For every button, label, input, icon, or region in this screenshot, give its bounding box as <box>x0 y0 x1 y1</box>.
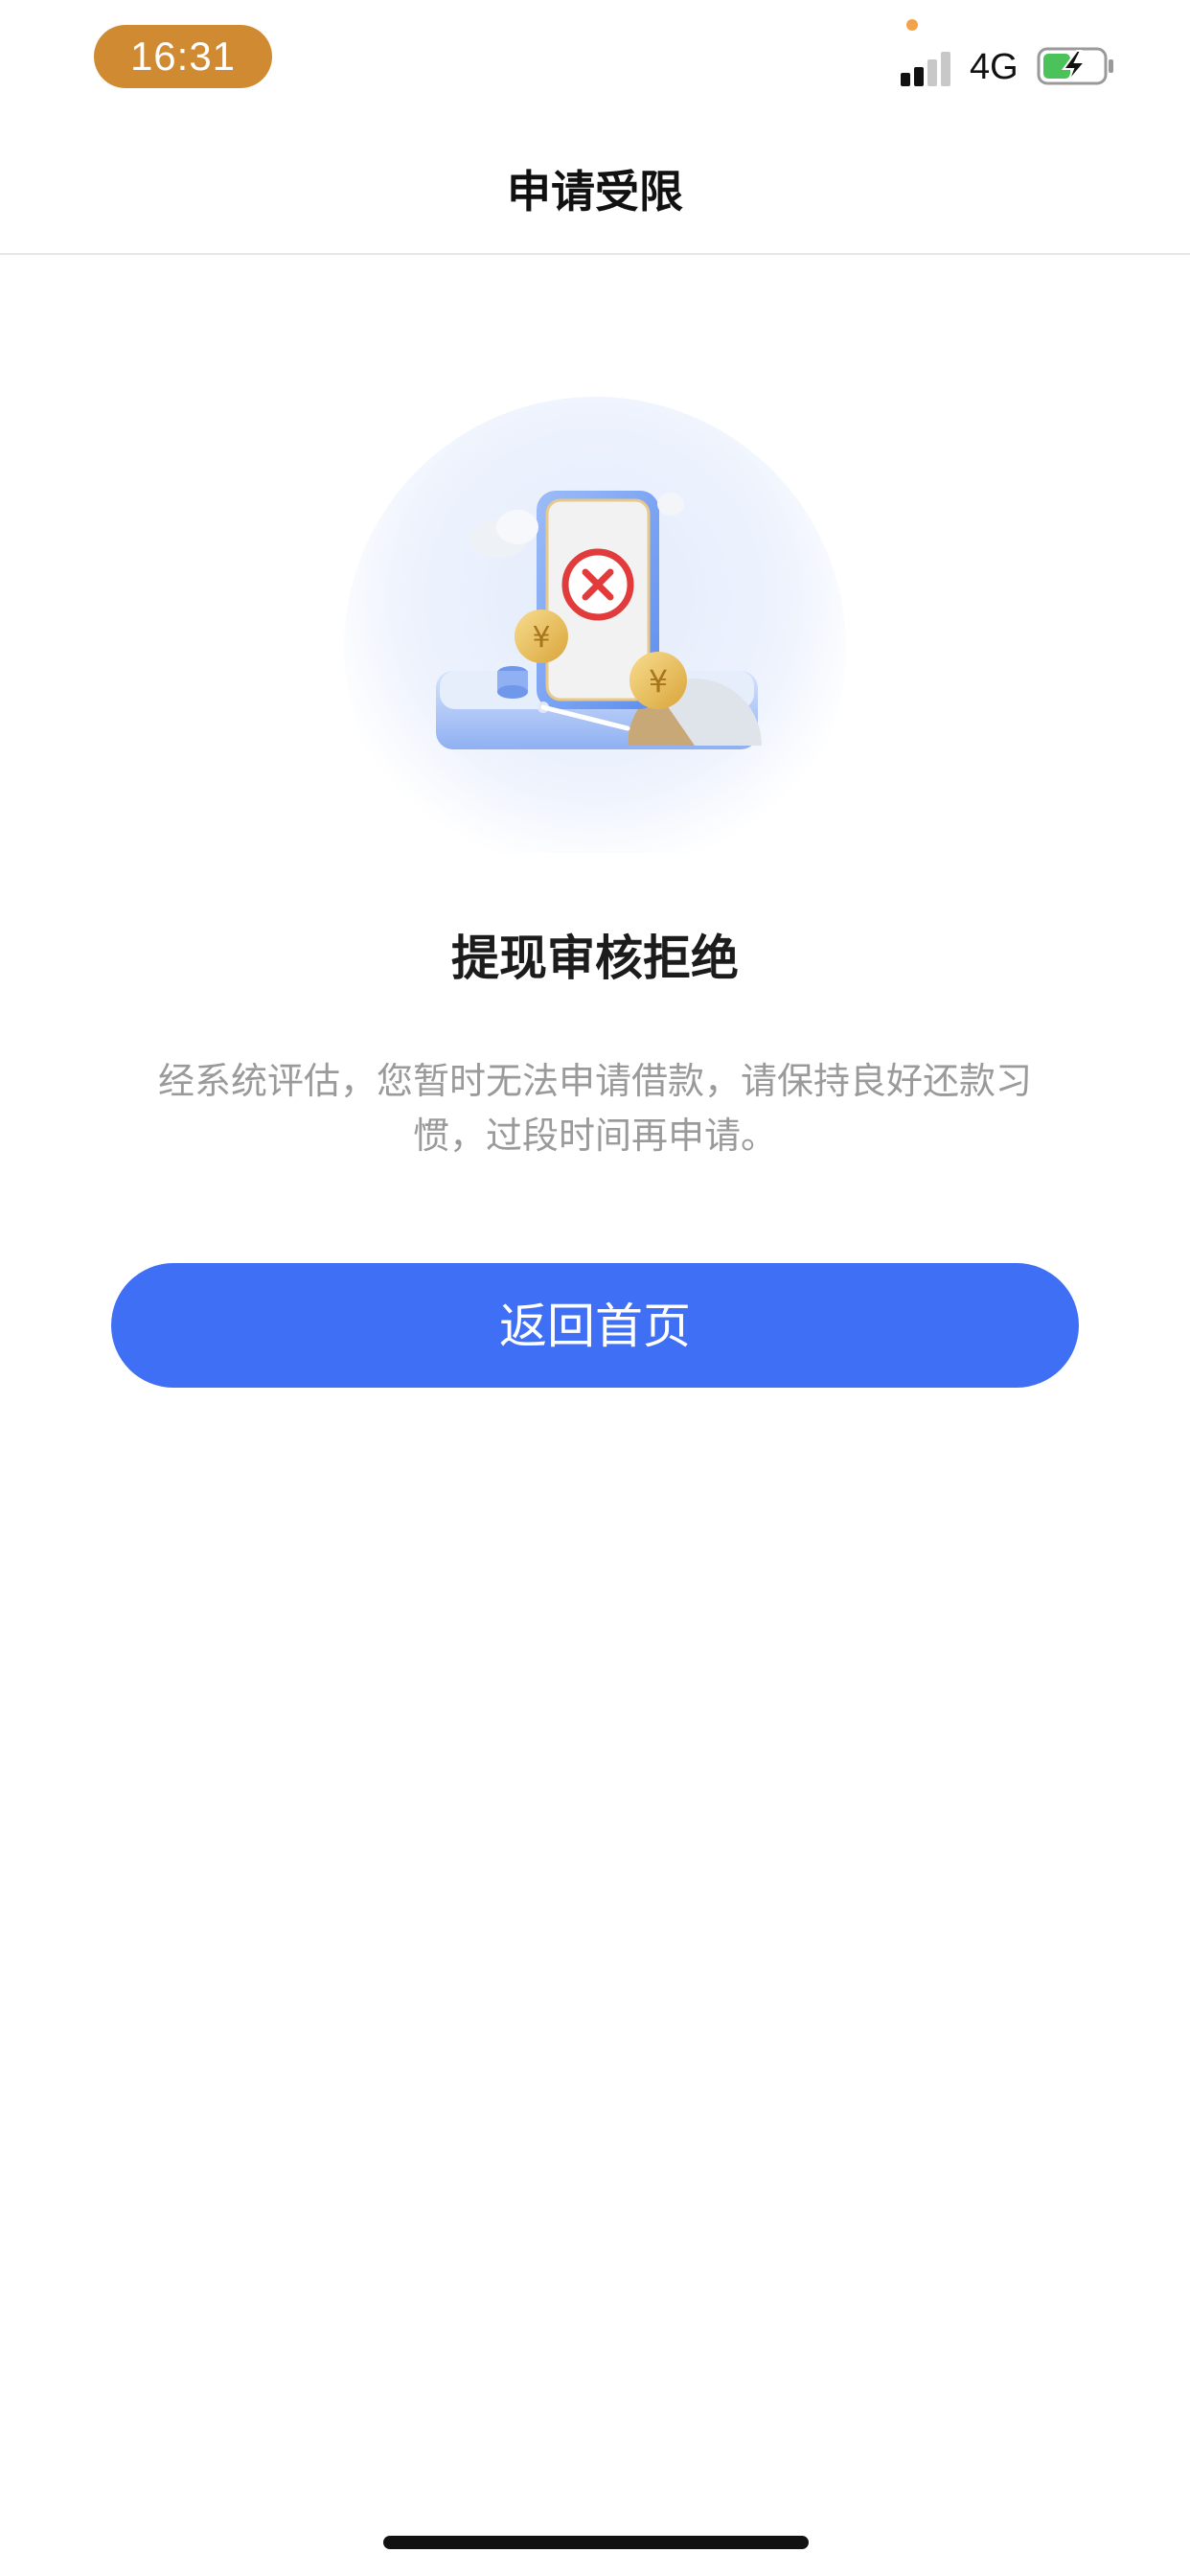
status-bar: 16:31 4G <box>0 0 1190 125</box>
result-title: 提现审核拒绝 <box>451 931 739 986</box>
network-type-label: 4G <box>970 47 1018 87</box>
result-description: 经系统评估，您暂时无法申请借款，请保持良好还款习惯，过段时间再申请。 <box>157 1060 1032 1157</box>
privacy-indicator-dot <box>906 19 918 31</box>
return-home-button[interactable]: 返回首页 <box>111 1263 1079 1388</box>
cellular-signal-icon <box>901 48 958 86</box>
status-time: 16:31 <box>94 25 272 88</box>
page-title: 申请受限 <box>507 166 683 218</box>
rejected-phone-illustration: ¥ ¥ <box>344 397 846 853</box>
svg-text:¥: ¥ <box>532 621 550 655</box>
battery-charging-icon <box>1037 47 1113 85</box>
svg-text:¥: ¥ <box>649 663 668 700</box>
navigation-bar: 申请受限 <box>0 134 1190 255</box>
home-indicator[interactable] <box>383 2536 809 2549</box>
